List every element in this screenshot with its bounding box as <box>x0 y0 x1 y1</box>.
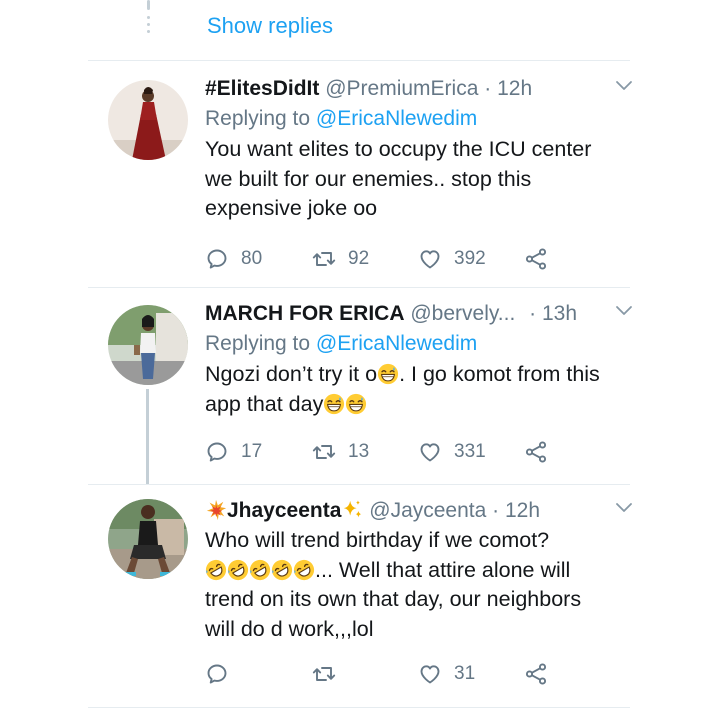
replying-to: Replying to @EricaNlewedim <box>205 104 615 133</box>
thread-connector-line <box>146 389 149 484</box>
reply-icon <box>205 440 229 464</box>
tweet-text: Who will trend birthday if we comot? ...… <box>205 526 615 644</box>
divider <box>88 287 630 288</box>
retweet-button[interactable] <box>312 660 336 688</box>
mention-link[interactable]: @EricaNlewedim <box>316 332 477 355</box>
mention-link[interactable]: @EricaNlewedim <box>316 107 477 130</box>
thread-header: Show replies <box>0 0 720 60</box>
action-bar: 17 13 331 <box>205 438 565 466</box>
avatar[interactable] <box>108 305 188 385</box>
reply-button[interactable]: 17 <box>205 438 262 466</box>
display-name[interactable]: MARCH FOR ERICA <box>205 302 405 325</box>
separator-dot: · <box>492 499 500 522</box>
grinning-sweat-emoji <box>345 393 367 415</box>
timestamp[interactable]: 13h <box>542 302 577 325</box>
separator-dot: · <box>484 77 492 100</box>
like-count: 392 <box>454 248 486 269</box>
handle[interactable]: @Jayceenta <box>369 499 486 522</box>
replying-label: Replying to <box>205 332 311 355</box>
like-button[interactable]: 331 <box>418 438 486 466</box>
tweet-3[interactable]: Jhayceenta @Jayceenta · 12h Who will tre… <box>0 486 720 706</box>
reply-icon <box>205 247 229 271</box>
retweet-icon <box>312 662 336 686</box>
timestamp[interactable]: 12h <box>497 77 532 100</box>
retweet-button[interactable]: 92 <box>312 245 369 273</box>
thread-ellipsis-line <box>146 0 152 40</box>
rofl-emoji <box>249 559 271 581</box>
divider <box>88 707 630 708</box>
tweet-2[interactable]: MARCH FOR ERICA @bervely... · 13h Replyi… <box>0 289 720 484</box>
like-count: 31 <box>454 663 476 684</box>
display-name[interactable]: #ElitesDidIt <box>205 77 319 100</box>
share-icon <box>524 247 548 271</box>
retweet-icon <box>312 247 336 271</box>
avatar[interactable] <box>108 80 188 160</box>
separator-dot: · <box>529 302 537 325</box>
grinning-sweat-emoji <box>377 363 399 385</box>
like-button[interactable]: 392 <box>418 245 486 273</box>
divider <box>88 60 630 61</box>
divider <box>88 484 630 485</box>
reply-count: 80 <box>241 248 263 269</box>
retweet-count: 92 <box>348 248 370 269</box>
reply-count: 17 <box>241 441 263 462</box>
show-replies-link[interactable]: Show replies <box>207 13 333 39</box>
retweet-button[interactable]: 13 <box>312 438 369 466</box>
chevron-down-icon[interactable] <box>615 305 633 317</box>
reply-button[interactable] <box>205 660 229 688</box>
action-bar: 31 <box>205 660 565 688</box>
replying-label: Replying to <box>205 107 311 130</box>
share-icon <box>524 662 548 686</box>
handle[interactable]: @PremiumErica <box>325 77 478 100</box>
replying-to: Replying to @EricaNlewedim <box>205 329 615 358</box>
chevron-down-icon[interactable] <box>615 80 633 92</box>
tweet-text: Ngozi don’t try it o. I go komot from th… <box>205 360 615 419</box>
share-icon <box>524 440 548 464</box>
like-icon <box>418 247 442 271</box>
like-icon <box>418 662 442 686</box>
retweet-icon <box>312 440 336 464</box>
chevron-down-icon[interactable] <box>615 502 633 514</box>
grinning-sweat-emoji <box>323 393 345 415</box>
like-count: 331 <box>454 441 486 462</box>
share-button[interactable] <box>524 245 548 273</box>
tweet-header: MARCH FOR ERICA @bervely... · 13h <box>205 299 615 329</box>
reply-button[interactable]: 80 <box>205 245 262 273</box>
tweet-header: Jhayceenta @Jayceenta · 12h <box>205 496 615 526</box>
tweet-text: You want elites to occupy the ICU center… <box>205 137 592 220</box>
sparkles-emoji <box>341 499 363 521</box>
like-icon <box>418 440 442 464</box>
handle[interactable]: @bervely... <box>410 302 515 325</box>
reply-icon <box>205 662 229 686</box>
display-name[interactable]: Jhayceenta <box>227 499 341 522</box>
timestamp[interactable]: 12h <box>505 499 540 522</box>
retweet-count: 13 <box>348 441 370 462</box>
share-button[interactable] <box>524 438 548 466</box>
avatar[interactable] <box>108 499 188 579</box>
tweet-text-part: Who will trend birthday if we comot? <box>205 528 550 552</box>
tweet-1[interactable]: #ElitesDidIt @PremiumErica · 12h Replyin… <box>0 62 720 287</box>
rofl-emoji <box>205 559 227 581</box>
action-bar: 80 92 392 <box>205 245 565 273</box>
tweet-header: #ElitesDidIt @PremiumErica · 12h <box>205 74 615 104</box>
share-button[interactable] <box>524 660 548 688</box>
rofl-emoji <box>227 559 249 581</box>
explosion-emoji <box>205 499 227 521</box>
tweet-text-part: Ngozi don’t try it o <box>205 362 378 386</box>
rofl-emoji <box>271 559 293 581</box>
like-button[interactable]: 31 <box>418 660 475 688</box>
rofl-emoji <box>293 559 315 581</box>
